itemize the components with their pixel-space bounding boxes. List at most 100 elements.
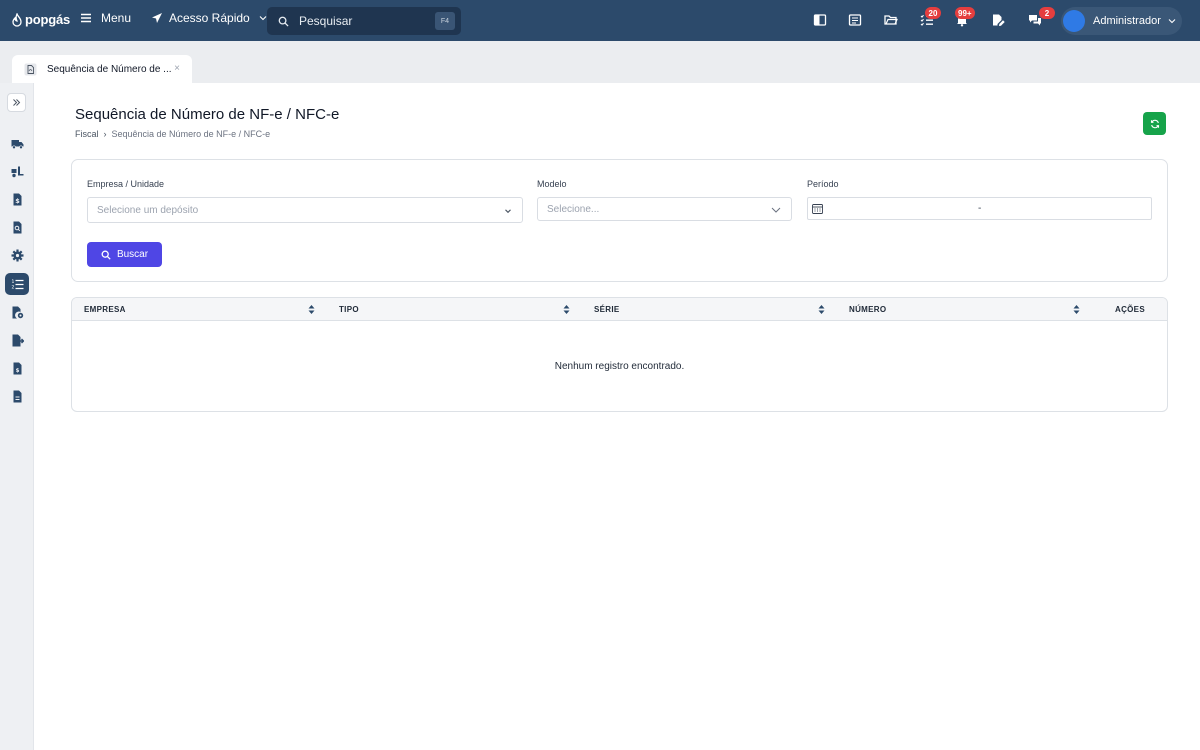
file-invoice-icon: $ — [13, 362, 21, 374]
search-placeholder: Pesquisar — [299, 14, 353, 28]
search-icon — [101, 250, 111, 260]
hamburger-icon — [81, 13, 91, 23]
breadcrumb: Fiscal › Sequência de Número de NF-e / N… — [75, 129, 270, 139]
messages-badge: 2 — [1039, 7, 1055, 19]
periodo-separator: - — [978, 203, 982, 214]
tasks-button[interactable]: 20 — [920, 7, 941, 27]
tab-close-icon[interactable]: × — [174, 63, 180, 74]
tab-label: Sequência de Número de ... — [47, 63, 172, 75]
empty-state-message: Nenhum registro encontrado. — [554, 361, 685, 372]
chevron-down-icon — [259, 16, 267, 21]
sidebar-item-delivery[interactable] — [5, 160, 29, 182]
sidebar-item-documents[interactable] — [5, 385, 29, 407]
left-sidebar: $ 12 $ — [0, 83, 34, 750]
breadcrumb-separator: › — [103, 129, 107, 139]
tab-sequencia-numero[interactable]: Sequência de Número de ... × — [12, 55, 192, 83]
page-title: Sequência de Número de NF-e / NFC-e — [75, 106, 340, 123]
column-header-empresa[interactable]: EMPRESA — [84, 305, 126, 314]
menu-label: Menu — [101, 11, 132, 25]
file-pen-icon — [993, 14, 1005, 26]
file-gear-icon — [12, 306, 23, 318]
periodo-label: Período — [807, 179, 839, 189]
sidebar-item-file-export[interactable] — [5, 329, 29, 351]
breadcrumb-current: Sequência de Número de NF-e / NFC-e — [111, 129, 271, 139]
truck-icon — [11, 139, 23, 149]
refresh-icon — [1150, 119, 1159, 128]
search-button-label: Buscar — [116, 249, 149, 260]
notifications-button[interactable]: 99+ — [955, 7, 975, 27]
search-shortcut-key: F4 — [435, 12, 455, 30]
global-search-input[interactable]: Pesquisar F4 — [267, 7, 461, 35]
column-header-numero[interactable]: NÚMERO — [849, 305, 886, 314]
empresa-select[interactable]: Selecione um depósito — [87, 197, 523, 223]
folder-button[interactable] — [884, 13, 898, 27]
modelo-label: Modelo — [537, 179, 567, 189]
layout-panel-icon — [813, 14, 827, 26]
sidebar-item-financial[interactable]: $ — [5, 188, 29, 210]
file-export-icon — [12, 334, 24, 346]
brand-logo[interactable]: popgás — [11, 12, 70, 27]
gear-icon — [11, 249, 23, 261]
sort-icon[interactable] — [818, 304, 825, 315]
sidebar-item-fiscal-list[interactable]: 12 — [5, 273, 29, 295]
brand-name: popgás — [25, 12, 71, 27]
paper-plane-icon — [152, 13, 162, 23]
pdf-file-icon — [24, 63, 37, 75]
svg-text:$: $ — [15, 368, 19, 374]
refresh-button[interactable] — [1143, 112, 1166, 135]
tab-bar: Sequência de Número de ... × — [0, 41, 1200, 83]
breadcrumb-root[interactable]: Fiscal — [75, 129, 99, 139]
search-icon — [278, 16, 289, 27]
news-button[interactable] — [848, 13, 862, 27]
user-name: Administrador — [1093, 15, 1161, 27]
svg-text:1: 1 — [11, 279, 14, 285]
sidebar-item-invoices[interactable]: $ — [5, 357, 29, 379]
empresa-label: Empresa / Unidade — [87, 179, 165, 189]
list-icon: 12 — [11, 279, 23, 290]
quick-access-button[interactable]: Acesso Rápido — [151, 11, 267, 25]
table-header: EMPRESA TIPO SÉRIE NÚMERO AÇÕES — [72, 298, 1167, 321]
column-header-serie[interactable]: SÉRIE — [594, 305, 620, 314]
quick-access-label: Acesso Rápido — [169, 11, 250, 25]
folder-open-icon — [884, 15, 898, 25]
notifications-badge: 99+ — [955, 7, 975, 19]
column-header-tipo[interactable]: TIPO — [339, 305, 359, 314]
double-chevron-right-icon — [13, 99, 21, 106]
modelo-placeholder: Selecione... — [547, 203, 600, 215]
flame-icon — [12, 12, 22, 27]
empresa-placeholder: Selecione um depósito — [97, 204, 199, 216]
filter-panel: Empresa / Unidade Selecione um depósito … — [71, 159, 1168, 282]
dollar-file-icon: $ — [13, 193, 21, 205]
file-icon — [13, 390, 21, 402]
sidebar-expand-button[interactable] — [7, 93, 26, 112]
svg-text:$: $ — [15, 197, 20, 205]
sort-icon[interactable] — [1073, 304, 1080, 315]
user-menu-button[interactable]: Administrador — [1061, 7, 1182, 35]
chevron-down-icon — [1168, 19, 1176, 24]
edit-document-button[interactable] — [991, 13, 1005, 27]
sidebar-layout-button[interactable] — [813, 13, 827, 27]
calendar-icon — [812, 204, 823, 214]
messages-button[interactable]: 2 — [1028, 7, 1055, 27]
search-file-icon — [13, 221, 21, 233]
tasks-badge: 20 — [925, 7, 941, 19]
svg-text:2: 2 — [11, 284, 14, 290]
sort-icon[interactable] — [308, 304, 315, 315]
menu-button[interactable]: Menu — [80, 11, 131, 25]
search-button[interactable]: Buscar — [87, 242, 162, 267]
sidebar-item-file-settings[interactable] — [5, 301, 29, 323]
periodo-date-range[interactable]: - — [807, 197, 1152, 220]
chevron-down-icon — [771, 207, 781, 213]
newspaper-icon — [848, 14, 862, 26]
chevron-down-icon — [505, 209, 511, 214]
delivery-icon — [11, 166, 23, 177]
sort-icon[interactable] — [563, 304, 570, 315]
top-navbar: popgás Menu Acesso Rápido Pesquisar F4 2… — [0, 0, 1200, 41]
sidebar-item-truck[interactable] — [5, 132, 29, 154]
sidebar-item-reports[interactable] — [5, 216, 29, 238]
results-table: EMPRESA TIPO SÉRIE NÚMERO AÇÕES Nenhum r… — [71, 297, 1168, 412]
sidebar-item-settings[interactable] — [5, 244, 29, 266]
modelo-select[interactable]: Selecione... — [537, 197, 792, 221]
column-header-acoes: AÇÕES — [1115, 305, 1145, 314]
avatar — [1063, 10, 1085, 32]
